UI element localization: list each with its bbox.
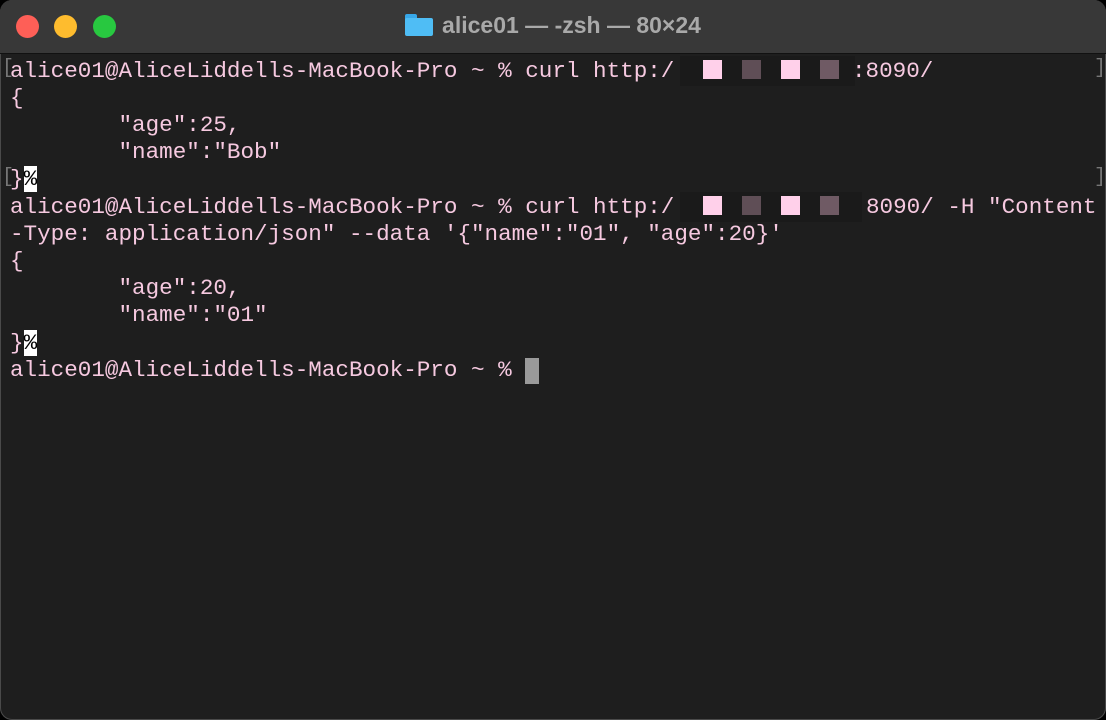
window-title-text: alice01 — -zsh — 80×24 [442,12,701,38]
redacted-host [680,56,855,86]
title-bar[interactable]: alice01 — -zsh — 80×24 [0,0,1106,54]
mark-bracket: ] [1094,57,1106,80]
terminal-line: }% [10,166,38,193]
terminal-line-tail: :8090/ [852,58,934,84]
window-title: alice01 — -zsh — 80×24 [0,12,1106,39]
terminal-line: "age":25, [10,112,241,138]
terminal-line: "name":"01" [10,302,268,328]
no-newline-marker: % [23,330,38,356]
terminal-window: alice01 — -zsh — 80×24 [ ] [ ] alice01@A… [0,0,1106,720]
terminal-line: { [10,85,24,111]
terminal-line: { [10,248,24,274]
no-newline-marker: % [23,166,38,192]
redacted-host [680,192,862,222]
terminal-prompt: alice01@AliceLiddells-MacBook-Pro ~ % [10,357,526,383]
folder-icon [405,14,434,36]
terminal-line: }% [10,330,38,357]
terminal-output[interactable]: [ ] [ ] alice01@AliceLiddells-MacBook-Pr… [0,54,1106,720]
terminal-line: alice01@AliceLiddells-MacBook-Pro ~ % cu… [10,194,675,220]
line-text: } [10,166,24,192]
terminal-line: alice01@AliceLiddells-MacBook-Pro ~ % cu… [10,58,675,84]
text-cursor [525,358,539,384]
line-text: } [10,330,24,356]
mark-bracket: ] [1094,166,1106,189]
terminal-line: "name":"Bob" [10,139,282,165]
terminal-line-tail: 8090/ -H "Content [866,194,1097,220]
terminal-line: -Type: application/json" --data '{"name"… [10,221,783,247]
terminal-line: "age":20, [10,275,241,301]
